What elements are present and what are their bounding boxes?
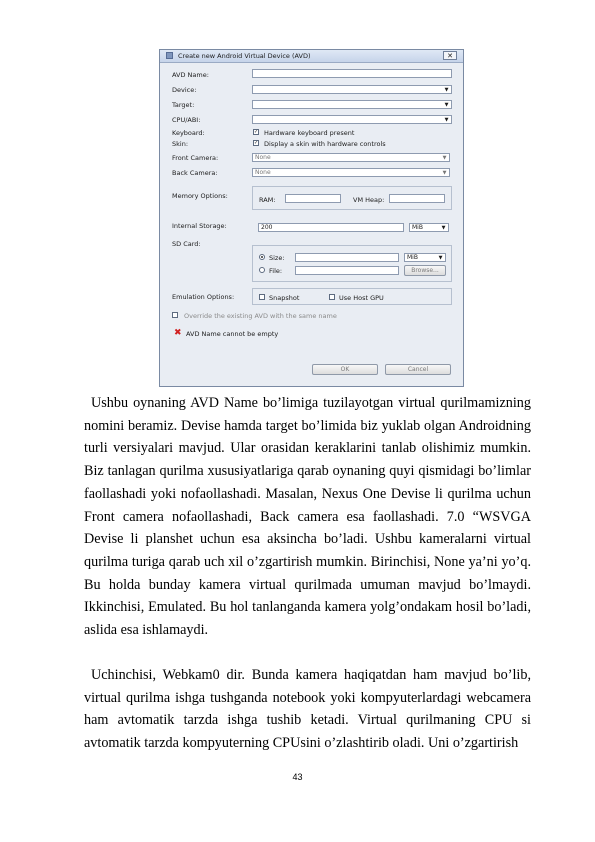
chevron-down-icon: ▼ (444, 87, 449, 93)
avd-name-input[interactable] (252, 69, 452, 78)
chevron-down-icon: ▼ (444, 102, 449, 108)
keyboard-checkbox[interactable]: ✓ (253, 129, 259, 135)
sd-file-input[interactable] (295, 266, 399, 275)
target-label: Target: (172, 101, 195, 109)
emulation-options-group: Snapshot Use Host GPU (252, 288, 452, 305)
window-icon (166, 52, 173, 59)
sd-size-radio[interactable] (259, 254, 265, 260)
cpu-abi-select[interactable]: ▼ (252, 115, 452, 124)
sd-card-group: Size: MiB ▼ File: Browse... (252, 245, 452, 282)
ok-button[interactable]: OK (312, 364, 378, 375)
memory-options-label: Memory Options: (172, 192, 228, 200)
sd-size-unit-select[interactable]: MiB ▼ (404, 253, 446, 262)
keyboard-option-label: Hardware keyboard present (264, 129, 355, 137)
error-icon: ✖ (174, 328, 182, 338)
avd-dialog-screenshot: Create new Android Virtual Device (AVD) … (159, 49, 464, 387)
back-camera-select[interactable]: None ▼ (252, 168, 450, 177)
cancel-button[interactable]: Cancel (385, 364, 451, 375)
chevron-down-icon: ▼ (438, 255, 443, 261)
override-label: Override the existing AVD with the same … (184, 312, 337, 320)
sd-file-label: File: (269, 267, 283, 275)
skin-checkbox[interactable]: ✓ (253, 140, 259, 146)
page-number: 43 (292, 772, 303, 782)
device-label: Device: (172, 86, 197, 94)
use-host-gpu-checkbox[interactable] (329, 294, 335, 300)
chevron-down-icon: ▼ (441, 225, 446, 231)
avd-name-label: AVD Name: (172, 71, 209, 79)
error-message: AVD Name cannot be empty (186, 330, 279, 338)
sd-size-input[interactable] (295, 253, 399, 262)
front-camera-select[interactable]: None ▼ (252, 153, 450, 162)
browse-button[interactable]: Browse... (404, 265, 446, 276)
vm-heap-input[interactable] (389, 194, 445, 203)
ram-input[interactable] (285, 194, 341, 203)
skin-label: Skin: (172, 140, 189, 148)
emulation-options-label: Emulation Options: (172, 293, 235, 301)
dialog-titlebar: Create new Android Virtual Device (AVD) … (160, 50, 463, 63)
chevron-down-icon: ▼ (444, 117, 449, 123)
dialog-title: Create new Android Virtual Device (AVD) (178, 52, 311, 60)
chevron-down-icon: ▼ (442, 155, 447, 161)
override-checkbox[interactable] (172, 312, 178, 318)
body-paragraph-1: Ushbu oynaning AVD Name bo’limiga tuzila… (84, 395, 531, 639)
sd-card-label: SD Card: (172, 240, 201, 248)
device-select[interactable]: ▼ (252, 85, 452, 94)
sd-file-radio[interactable] (259, 267, 265, 273)
sd-size-label: Size: (269, 254, 285, 262)
skin-option-label: Display a skin with hardware controls (264, 140, 386, 148)
front-camera-label: Front Camera: (172, 154, 219, 162)
internal-storage-label: Internal Storage: (172, 222, 227, 230)
close-icon[interactable]: ✕ (443, 51, 457, 60)
internal-storage-unit-select[interactable]: MiB ▼ (409, 223, 449, 232)
memory-options-group: RAM: VM Heap: (252, 186, 452, 210)
target-select[interactable]: ▼ (252, 100, 452, 109)
keyboard-label: Keyboard: (172, 129, 205, 137)
ram-label: RAM: (259, 196, 276, 204)
back-camera-label: Back Camera: (172, 169, 218, 177)
snapshot-checkbox[interactable] (259, 294, 265, 300)
use-host-gpu-label: Use Host GPU (339, 294, 384, 302)
body-paragraph-2: Uchinchisi, Webkam0 dir. Bunda kamera ha… (84, 667, 531, 752)
cpu-abi-label: CPU/ABI: (172, 116, 201, 124)
chevron-down-icon: ▼ (442, 170, 447, 176)
vm-heap-label: VM Heap: (353, 196, 385, 204)
snapshot-label: Snapshot (269, 294, 300, 302)
internal-storage-input[interactable]: 200 (258, 223, 404, 232)
